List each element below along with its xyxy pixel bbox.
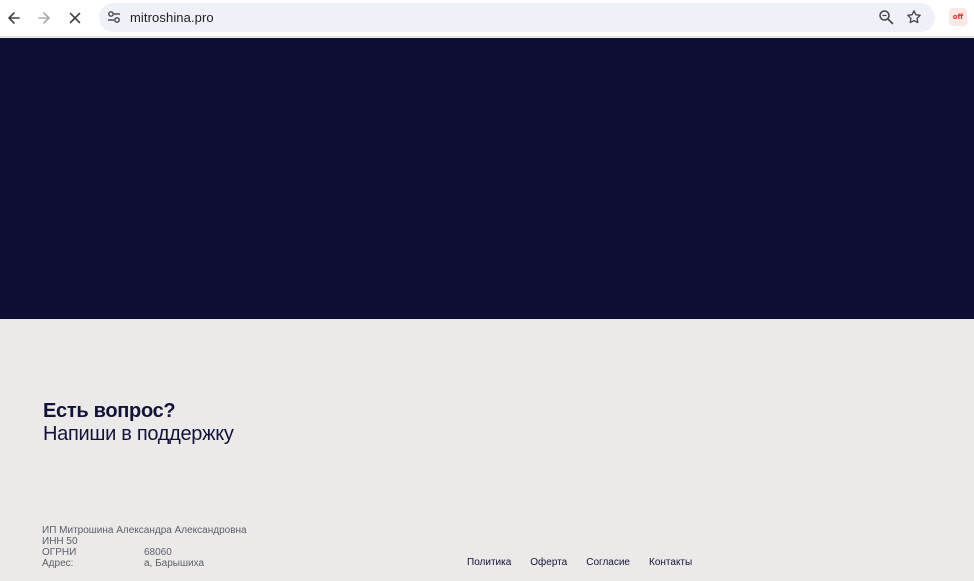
address-value: а, Барышиха xyxy=(144,558,205,569)
ogrn-label: ОГРНИ xyxy=(42,547,77,558)
back-button[interactable] xyxy=(1,5,27,31)
extension-icon[interactable]: off xyxy=(949,8,967,26)
browser-toolbar: mitroshina.pro off xyxy=(0,0,974,37)
zoom-icon[interactable] xyxy=(878,9,894,25)
support-link[interactable]: Напиши в поддержку xyxy=(43,423,234,446)
stop-loading-button[interactable] xyxy=(62,5,88,31)
legal-owner: ИП Митрошина Александра Александровна xyxy=(42,525,247,536)
footer-link-consent[interactable]: Согласие xyxy=(586,557,630,568)
arrow-left-icon xyxy=(8,12,20,24)
tune-icon[interactable] xyxy=(106,9,122,25)
footer-links: Политика Оферта Согласие Контакты xyxy=(467,557,692,568)
arrow-right-icon xyxy=(38,12,50,24)
footer-link-contacts[interactable]: Контакты xyxy=(649,557,692,568)
close-icon xyxy=(69,12,81,24)
legal-inn: ИНН 50 xyxy=(42,536,78,547)
hero-section xyxy=(0,38,974,319)
address-bar[interactable]: mitroshina.pro xyxy=(99,3,935,32)
address-label: Адрес: xyxy=(42,558,74,569)
support-title: Есть вопрос? xyxy=(43,400,176,422)
footer-section: Есть вопрос? Напиши в поддержку ИП Митро… xyxy=(0,319,974,581)
legal-info: ИП Митрошина Александра Александровна ИН… xyxy=(42,525,247,569)
legal-ogrn: ОГРНИ 68060 xyxy=(42,547,247,558)
footer-link-offer[interactable]: Оферта xyxy=(530,557,567,568)
url-text[interactable]: mitroshina.pro xyxy=(130,10,214,25)
star-icon[interactable] xyxy=(906,9,922,25)
footer-link-policy[interactable]: Политика xyxy=(467,557,511,568)
ogrn-value: 68060 xyxy=(144,547,172,558)
forward-button[interactable] xyxy=(31,5,57,31)
legal-address: Адрес: а, Барышиха xyxy=(42,558,247,569)
